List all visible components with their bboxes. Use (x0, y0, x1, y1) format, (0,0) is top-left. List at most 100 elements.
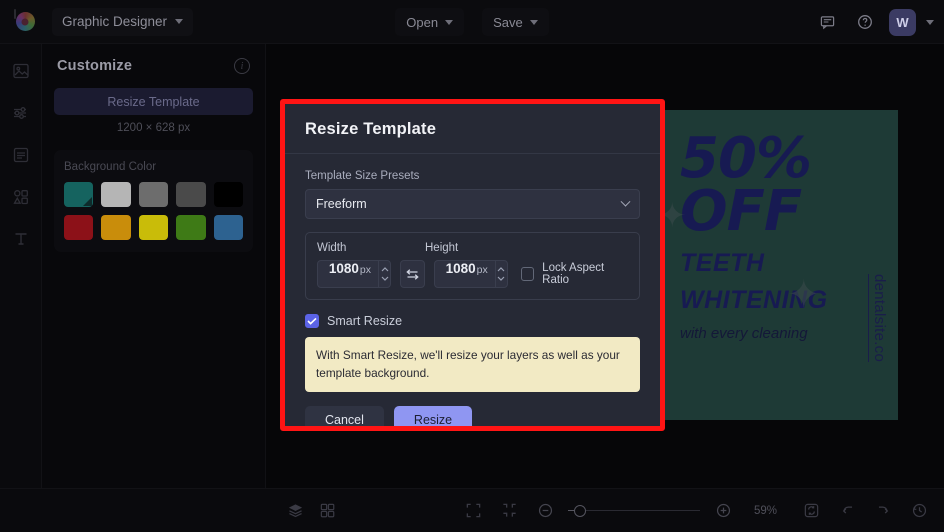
background-color-section: Background Color (54, 150, 253, 252)
artboard[interactable]: ✦ ✦ 50% OFF TEETH WHITENING with every c… (662, 110, 898, 420)
customize-panel: Customize i Resize Template 1200 × 628 p… (42, 44, 266, 532)
width-value: 1080 (328, 261, 359, 276)
chevron-down-icon (175, 19, 184, 24)
redo-icon[interactable] (870, 498, 896, 524)
color-swatch-1[interactable] (101, 182, 131, 207)
width-label: Width (317, 242, 347, 254)
info-icon[interactable]: i (234, 58, 250, 74)
size-field-labels: Width Height (317, 242, 628, 254)
website-url: dentalsite.co (868, 273, 888, 362)
artboard-content: ✦ ✦ 50% OFF TEETH WHITENING with every c… (662, 110, 898, 420)
resize-template-dialog-highlight: Resize Template Template Size Presets Fr… (280, 99, 665, 431)
color-swatch-6[interactable] (101, 215, 131, 240)
lock-aspect-ratio-label: Lock Aspect Ratio (542, 262, 605, 286)
chevron-down-icon (620, 196, 631, 207)
top-bar-actions: W (813, 0, 934, 44)
swap-dimensions-button[interactable] (400, 260, 425, 288)
undo-icon[interactable] (834, 498, 860, 524)
width-unit: px (359, 264, 371, 276)
fit-selection-icon[interactable] (496, 498, 522, 524)
color-swatch-2[interactable] (138, 182, 169, 207)
sidebar-item-elements[interactable] (8, 184, 34, 210)
color-swatch-9[interactable] (213, 215, 243, 240)
avatar[interactable]: W (889, 8, 916, 36)
bottom-right-tools (798, 498, 932, 524)
sparkle-icon: ✦ (662, 197, 687, 235)
chevron-down-icon (445, 19, 454, 25)
zoom-slider[interactable] (568, 504, 700, 517)
top-bar: Graphic Designer Open Save W (0, 0, 944, 44)
color-swatch-5[interactable] (64, 215, 94, 240)
layers-icon[interactable] (282, 498, 308, 524)
color-swatch-3[interactable] (176, 182, 206, 207)
height-input[interactable]: 1080 px (433, 260, 508, 288)
sidebar-item-text[interactable] (8, 226, 34, 252)
help-icon[interactable] (851, 8, 879, 36)
lock-aspect-ratio-control[interactable]: Lock Aspect Ratio (520, 262, 628, 286)
chevron-down-icon[interactable] (926, 19, 934, 25)
width-input[interactable]: 1080 px (317, 260, 392, 288)
height-value: 1080 (445, 261, 476, 276)
panel-header: Customize i (54, 58, 253, 74)
history-icon[interactable] (906, 498, 932, 524)
headline-discount: 50% (680, 126, 812, 191)
smart-resize-control[interactable]: Smart Resize (305, 314, 640, 328)
lock-aspect-ratio-checkbox[interactable] (520, 267, 535, 281)
comment-icon[interactable] (813, 8, 841, 36)
logo-stem (14, 9, 16, 19)
cancel-button[interactable]: Cancel (305, 405, 384, 426)
zoom-in-icon[interactable] (710, 498, 736, 524)
dialog-body: Template Size Presets Freeform Width Hei… (285, 154, 660, 392)
color-swatch-7[interactable] (138, 215, 169, 240)
template-size-presets-select[interactable]: Freeform (305, 189, 640, 219)
smart-resize-label: Smart Resize (327, 314, 403, 328)
left-tool-rail (0, 44, 42, 532)
color-wheel-logo-icon (15, 12, 35, 31)
width-stepper[interactable] (378, 261, 390, 287)
background-color-label: Background Color (64, 161, 157, 173)
zoom-level-label: 59% (754, 504, 778, 517)
template-dimensions-label: 1200 × 628 px (116, 122, 191, 134)
bottom-zoom-tools: 59% (460, 498, 788, 524)
headline-off: OFF (680, 178, 802, 244)
tagline: with every cleaning (680, 324, 808, 342)
size-fields-group: Width Height 1080 px 1080 px Lock Aspect… (305, 232, 640, 300)
save-menu-label: Save (493, 14, 523, 30)
document-title-label: Graphic Designer (62, 14, 168, 29)
presets-label: Template Size Presets (305, 170, 420, 182)
smart-resize-notice: With Smart Resize, we'll resize your lay… (305, 337, 640, 392)
open-menu-label: Open (406, 14, 439, 30)
chevron-down-icon (529, 19, 538, 25)
sidebar-item-page[interactable] (8, 142, 34, 168)
height-stepper[interactable] (494, 261, 507, 287)
sparkle-icon: ✦ (787, 273, 821, 317)
zoom-slider-track (580, 509, 700, 512)
preset-selected-value: Freeform (316, 197, 367, 211)
color-swatch-0[interactable] (64, 182, 94, 207)
smart-resize-checkbox[interactable] (305, 314, 319, 328)
color-swatch-4[interactable] (213, 182, 243, 207)
size-field-row: 1080 px 1080 px Lock Aspect Ratio (317, 260, 628, 288)
height-value-wrap: 1080 px (435, 261, 495, 287)
resize-template-dialog: Resize Template Template Size Presets Fr… (285, 104, 660, 426)
zoom-slider-handle[interactable] (574, 504, 586, 517)
height-label: Height (425, 242, 459, 254)
sidebar-item-image[interactable] (8, 58, 34, 84)
width-value-wrap: 1080 px (318, 261, 378, 287)
sidebar-item-adjustments[interactable] (8, 100, 34, 126)
grid-icon[interactable] (314, 498, 340, 524)
fit-screen-icon[interactable] (460, 498, 486, 524)
bottom-left-tools (282, 498, 340, 524)
app-logo[interactable] (12, 9, 38, 35)
page-title: Customize (57, 58, 133, 74)
zoom-out-icon[interactable] (532, 498, 558, 524)
save-menu[interactable]: Save (482, 8, 549, 36)
document-title-menu[interactable]: Graphic Designer (52, 7, 194, 36)
open-menu[interactable]: Open (395, 8, 465, 36)
color-swatch-8[interactable] (176, 215, 206, 240)
dialog-header: Resize Template (285, 104, 660, 154)
app-root: Graphic Designer Open Save W Customize i… (0, 0, 944, 532)
resize-button[interactable]: Resize (393, 405, 473, 426)
resize-template-button[interactable]: Resize Template (54, 88, 253, 115)
reset-view-icon[interactable] (798, 498, 824, 524)
